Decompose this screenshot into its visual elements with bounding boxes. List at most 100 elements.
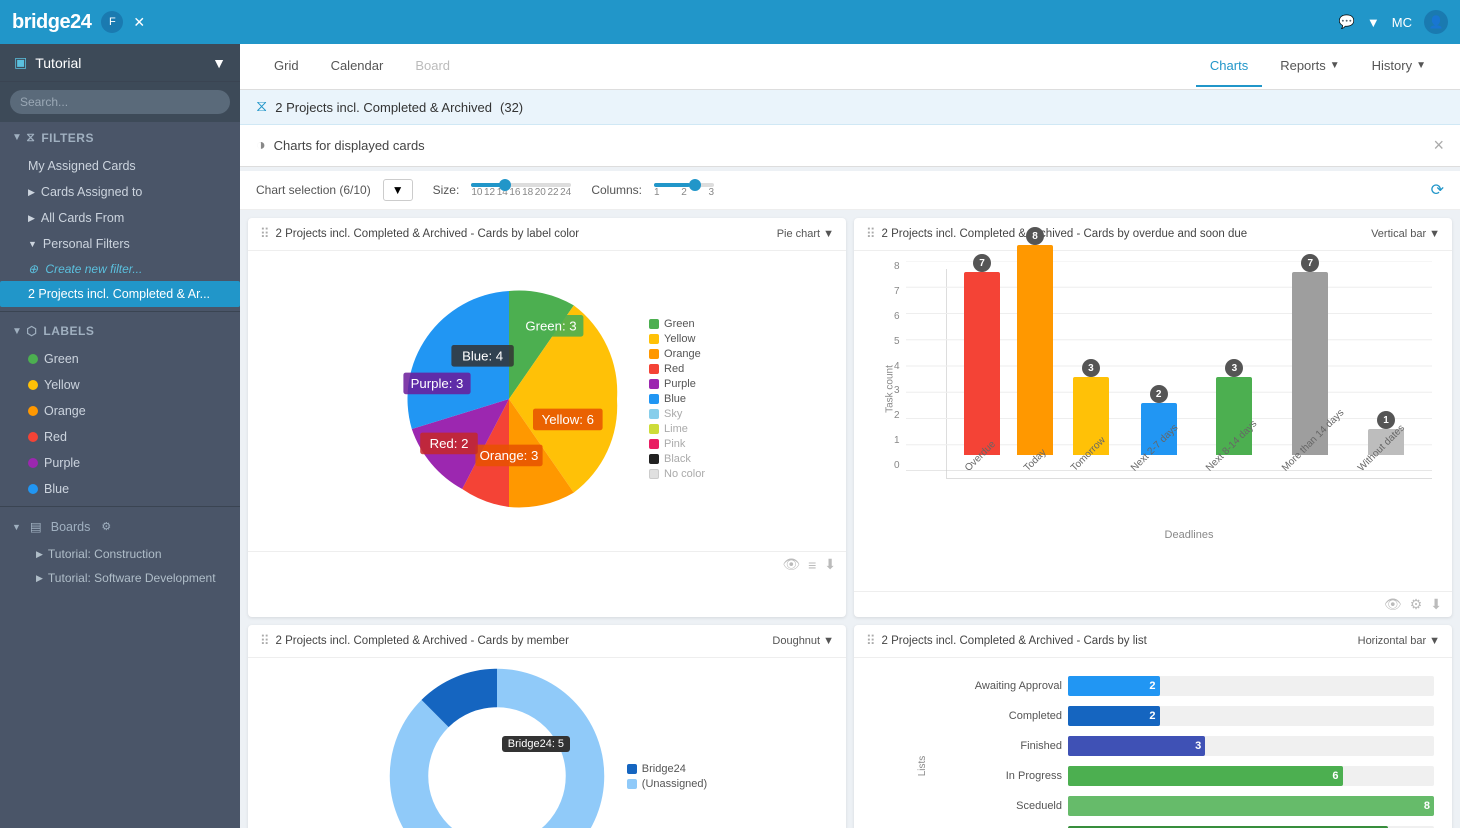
drag-icon[interactable]: ⠿ [866, 633, 876, 649]
sidebar-item-label: Cards Assigned to [41, 185, 142, 199]
deadlines-label: Deadlines [946, 529, 1432, 541]
hbar-scheduled: Scedueld 8 [972, 796, 1434, 816]
sidebar-item-my-assigned[interactable]: My Assigned Cards [0, 153, 240, 179]
board-tutorial-software[interactable]: ▶ Tutorial: Software Development [0, 566, 240, 590]
bridge24-tooltip: Bridge24: 5 [502, 736, 570, 752]
arrow-icon: ▼ [12, 326, 22, 337]
bar-today: 8 [1017, 245, 1053, 455]
create-filter[interactable]: ⊕ Create new filter... [0, 257, 240, 281]
chart1-footer: 👁 ≡ ⬇ [248, 551, 846, 577]
chart-selection-dropdown[interactable]: ▼ [383, 179, 413, 201]
vbar-nodates: 1 Without dates [1356, 429, 1416, 478]
sidebar-item-label: All Cards From [41, 211, 124, 225]
logo: bridge24 [12, 11, 91, 34]
settings-icon[interactable]: ⚙ [1410, 596, 1423, 613]
sidebar-label-yellow[interactable]: Yellow [0, 372, 240, 398]
bar-overdue: 7 [964, 272, 1000, 455]
chart1-body: Blue: 4 Green: 3 Yellow: 6 Orange: 3 Red… [248, 251, 846, 551]
layout: ▣ Tutorial ▼ ▼ ⧖ Filters My Assigned Car… [0, 44, 1460, 828]
chat-icon[interactable]: 💬 [1339, 14, 1355, 30]
sidebar-item-active-filter[interactable]: 2 Projects incl. Completed & Ar... [0, 281, 240, 307]
sidebar-item-personal-filters[interactable]: ▼ Personal Filters [0, 231, 240, 257]
doughnut-svg [387, 666, 607, 828]
labels-section-header[interactable]: ▼ ⬡ Labels [0, 316, 240, 346]
dropdown-icon[interactable]: ▼ [1367, 15, 1380, 30]
main: Grid Calendar Board Charts Reports ▼ His… [240, 44, 1460, 828]
search-input[interactable] [10, 90, 230, 114]
tab-calendar[interactable]: Calendar [317, 46, 398, 87]
pie-chart-svg: Blue: 4 Green: 3 Yellow: 6 Orange: 3 Red… [389, 279, 629, 519]
boards-settings-icon[interactable]: ⚙ [101, 520, 111, 533]
chart-card-4-header: ⠿ 2 Projects incl. Completed & Archived … [854, 625, 1452, 658]
topbar: bridge24 F ✕ 💬 ▼ MC 👤 [0, 0, 1460, 44]
table-icon[interactable]: ≡ [808, 557, 816, 573]
board-name: Tutorial: Software Development [48, 571, 216, 585]
size-slider-track[interactable] [471, 183, 571, 187]
board-icon: ▤ [30, 519, 42, 534]
columns-slider-track[interactable] [654, 183, 714, 187]
columns-slider-thumb[interactable] [689, 179, 701, 191]
bar-badge-overdue: 7 [973, 254, 991, 272]
chart2-type-btn[interactable]: Vertical bar ▼ [1371, 228, 1440, 240]
charts-header: ◑ Charts for displayed cards × [240, 125, 1460, 167]
labels-label: Labels [43, 324, 94, 338]
hbar-fill-scheduled: 8 [1068, 796, 1434, 816]
search-container [0, 82, 240, 122]
pie-legend: Green Yellow Orange Red Purple Blue Sky … [649, 318, 705, 480]
sidebar-label-orange[interactable]: Orange [0, 398, 240, 424]
pin-icon[interactable]: F [101, 11, 123, 33]
filters-section-header[interactable]: ▼ ⧖ Filters [0, 122, 240, 153]
drag-icon[interactable]: ⠿ [260, 226, 270, 242]
drag-icon[interactable]: ⠿ [260, 633, 270, 649]
label-name: Red [44, 430, 67, 444]
download-icon[interactable]: ⬇ [1430, 596, 1442, 613]
hbar-completed: Completed 2 [972, 706, 1434, 726]
sidebar-label-red[interactable]: Red [0, 424, 240, 450]
hbar-val-scheduled: 8 [1424, 800, 1430, 812]
sidebar-label-blue[interactable]: Blue [0, 476, 240, 502]
project-icon: ▣ [14, 54, 27, 71]
sidebar-item-all-cards[interactable]: ▶ All Cards From [0, 205, 240, 231]
charts-close-btn[interactable]: × [1433, 135, 1444, 156]
sidebar-item-cards-assigned[interactable]: ▶ Cards Assigned to [0, 179, 240, 205]
project-selector[interactable]: ▣ Tutorial ▼ [0, 44, 240, 82]
refresh-btn[interactable]: ⟳ [1431, 180, 1444, 200]
hbar-val-finished: 3 [1195, 740, 1201, 752]
close-icon[interactable]: ✕ [133, 14, 145, 31]
board-tutorial-construction[interactable]: ▶ Tutorial: Construction [0, 542, 240, 566]
hide-icon[interactable]: 👁 [1384, 596, 1402, 613]
hbar-awaiting: Awaiting Approval 2 [972, 676, 1434, 696]
drag-icon[interactable]: ⠿ [866, 226, 876, 242]
chart1-type-btn[interactable]: Pie chart ▼ [777, 228, 834, 240]
download-icon[interactable]: ⬇ [824, 556, 836, 573]
chart3-type-btn[interactable]: Doughnut ▼ [772, 635, 834, 647]
chart4-body: Lists Awaiting Approval 2 [854, 658, 1452, 828]
vbar-container: Task count 012345678 [864, 261, 1442, 581]
chart-card-3: ⠿ 2 Projects incl. Completed & Archived … [248, 625, 846, 828]
boards-section-header[interactable]: ▼ ▤ Boards ⚙ [0, 511, 240, 542]
tab-charts[interactable]: Charts [1196, 46, 1262, 87]
hbar-label-completed: Completed [972, 710, 1062, 722]
tab-reports[interactable]: Reports ▼ [1266, 46, 1353, 87]
chart4-type-btn[interactable]: Horizontal bar ▼ [1358, 635, 1440, 647]
chart3-type-label: Doughnut [772, 635, 820, 647]
tab-grid[interactable]: Grid [260, 46, 313, 87]
bar-badge-next27: 2 [1150, 385, 1168, 403]
chart-card-2: ⠿ 2 Projects incl. Completed & Archived … [854, 218, 1452, 617]
sidebar-label-green[interactable]: Green [0, 346, 240, 372]
hide-icon[interactable]: 👁 [782, 556, 800, 573]
plus-icon: ⊕ [28, 262, 38, 276]
create-filter-label: Create new filter... [45, 262, 142, 276]
project-dropdown-icon[interactable]: ▼ [212, 55, 226, 71]
arrow-icon: ▼ [28, 239, 37, 249]
arrow-icon: ▶ [28, 213, 35, 224]
charts-grid: ⠿ 2 Projects incl. Completed & Archived … [240, 218, 1460, 828]
user-avatar[interactable]: 👤 [1424, 10, 1448, 34]
sidebar-label-purple[interactable]: Purple [0, 450, 240, 476]
svg-text:Blue: 4: Blue: 4 [462, 349, 503, 364]
size-slider-thumb[interactable] [499, 179, 511, 191]
arrow-icon: ▶ [36, 573, 43, 584]
tab-board[interactable]: Board [401, 46, 464, 87]
chart2-body: Task count 012345678 [854, 251, 1452, 591]
tab-history[interactable]: History ▼ [1358, 46, 1440, 87]
